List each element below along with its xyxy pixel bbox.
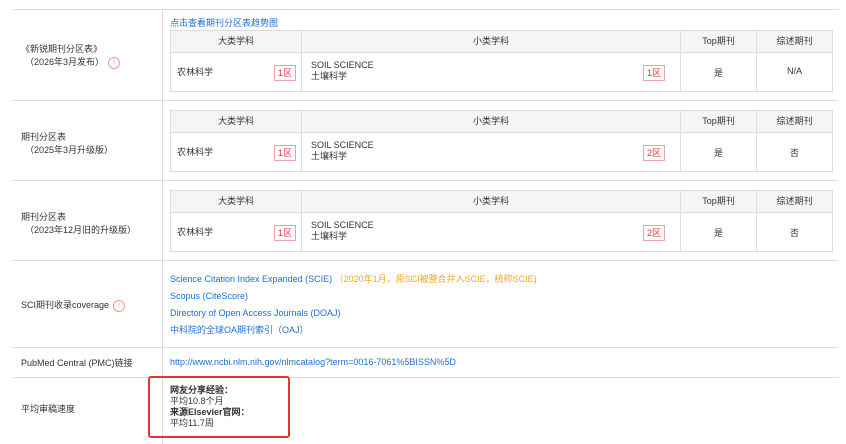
trend-link[interactable]: 点击查看期刊分区表趋势图 [170,16,278,29]
minor-subject-cn: 土壤科学 [311,151,348,161]
minor-subject-en: SOIL SCIENCE [311,140,374,150]
header-review: 综述期刊 [776,196,813,206]
header-minor: 小类学科 [472,36,509,46]
major-subject: 农林科学 [177,147,214,157]
minor-subject-cn: 土壤科学 [311,231,348,241]
header-major: 大类学科 [217,116,254,126]
section-coverage: SCI期刊收录coverage i Science Citation Index … [13,260,839,348]
section-label-cell: 平均审稿速度 [13,378,163,444]
section-label-cell: PubMed Central (PMC)链接 [13,348,163,378]
section-title: 期刊分区表 [21,132,67,142]
major-subject: 农林科学 [177,227,214,237]
oaj-link[interactable]: 中科院的全球OA期刊索引（OAJ） [170,322,537,339]
review-journal-value: 否 [789,228,799,238]
minor-subject-cn: 土壤科学 [311,71,348,81]
section-note: （2025年3月升级版） [25,145,114,155]
minor-zone-badge: 2区 [643,225,665,241]
section-partition-2023: 期刊分区表 （2023年12月旧的升级版） 大类学科 小类学科 Top期刊 综述… [13,180,839,261]
partition-subtable: 大类学科 小类学科 Top期刊 综述期刊 农林科学 1区 SOIL SCIENC… [170,110,833,172]
major-zone-badge: 1区 [274,225,296,241]
doaj-link[interactable]: Directory of Open Access Journals (DOAJ) [170,305,537,322]
subtable-row: 农林科学 1区 SOIL SCIENCE 土壤科学 1区 是 N/A [171,53,832,91]
top-journal-value: 是 [713,228,723,238]
review-journal-value: N/A [786,66,802,76]
pmc-url-link[interactable]: http://www.ncbi.nlm.nih.gov/nlmcatalog?t… [170,357,456,367]
subtable-row: 农林科学 1区 SOIL SCIENCE 土壤科学 2区 是 否 [171,133,832,171]
header-top: Top期刊 [702,36,735,46]
section-partition-2025: 期刊分区表 （2025年3月升级版） 大类学科 小类学科 Top期刊 综述期刊 … [13,100,839,181]
pmc-label: PubMed Central (PMC)链接 [21,358,133,368]
major-subject: 农林科学 [177,67,214,77]
info-icon[interactable]: i [113,299,126,312]
header-major: 大类学科 [217,196,254,206]
partition-subtable: 大类学科 小类学科 Top期刊 综述期刊 农林科学 1区 SOIL SCIENC… [170,30,833,92]
header-minor: 小类学科 [472,196,509,206]
header-top: Top期刊 [702,196,735,206]
section-label-cell: SCI期刊收录coverage i [13,261,163,348]
section-title: 期刊分区表 [21,212,67,222]
section-note: （2026年3月发布） [25,57,105,67]
section-label-cell: 《新锐期刊分区表》 （2026年3月发布） i [13,10,163,101]
top-journal-value: 是 [713,148,723,158]
section-label-cell: 期刊分区表 （2025年3月升级版） [13,101,163,181]
subtable-header: 大类学科 小类学科 Top期刊 综述期刊 [171,111,832,133]
header-minor: 小类学科 [472,116,509,126]
major-zone-badge: 1区 [274,65,296,81]
review-speed-label: 平均审稿速度 [21,404,76,414]
header-review: 综述期刊 [776,36,813,46]
subtable-row: 农林科学 1区 SOIL SCIENCE 土壤科学 2区 是 否 [171,213,832,251]
info-icon[interactable]: i [108,56,121,69]
major-zone-badge: 1区 [274,145,296,161]
partition-subtable: 大类学科 小类学科 Top期刊 综述期刊 农林科学 1区 SOIL SCIENC… [170,190,833,252]
header-major: 大类学科 [217,36,254,46]
header-top: Top期刊 [702,116,735,126]
subtable-header: 大类学科 小类学科 Top期刊 综述期刊 [171,191,832,213]
section-review-speed: 平均审稿速度 网友分享经验： 平均10.8个月 来源Elsevier官网： 平均… [13,377,839,444]
section-new-partition: 《新锐期刊分区表》 （2026年3月发布） i 点击查看期刊分区表趋势图 大类学科… [13,9,839,101]
section-title: 《新锐期刊分区表》 [21,44,103,54]
minor-subject-en: SOIL SCIENCE [311,60,374,70]
header-review: 综述期刊 [776,116,813,126]
section-note: （2023年12月旧的升级版） [25,225,137,235]
minor-subject-en: SOIL SCIENCE [311,220,374,230]
review-journal-value: 否 [789,148,799,158]
minor-zone-badge: 1区 [643,65,665,81]
section-label-cell: 期刊分区表 （2023年12月旧的升级版） [13,181,163,261]
journal-info-table: 《新锐期刊分区表》 （2026年3月发布） i 点击查看期刊分区表趋势图 大类学科… [13,0,839,444]
top-journal-value: 是 [713,68,723,78]
minor-zone-badge: 2区 [643,145,665,161]
highlight-box [148,376,290,438]
scie-note: （2020年1月，原SCI被整合并入SCIE，统称SCIE) [334,274,537,284]
section-pmc: PubMed Central (PMC)链接 http://www.ncbi.n… [13,347,839,378]
coverage-label: SCI期刊收录coverage [21,300,110,310]
subtable-header: 大类学科 小类学科 Top期刊 综述期刊 [171,31,832,53]
scie-link[interactable]: Science Citation Index Expanded (SCIE) [170,274,332,284]
scopus-link[interactable]: Scopus (CiteScore) [170,288,537,305]
